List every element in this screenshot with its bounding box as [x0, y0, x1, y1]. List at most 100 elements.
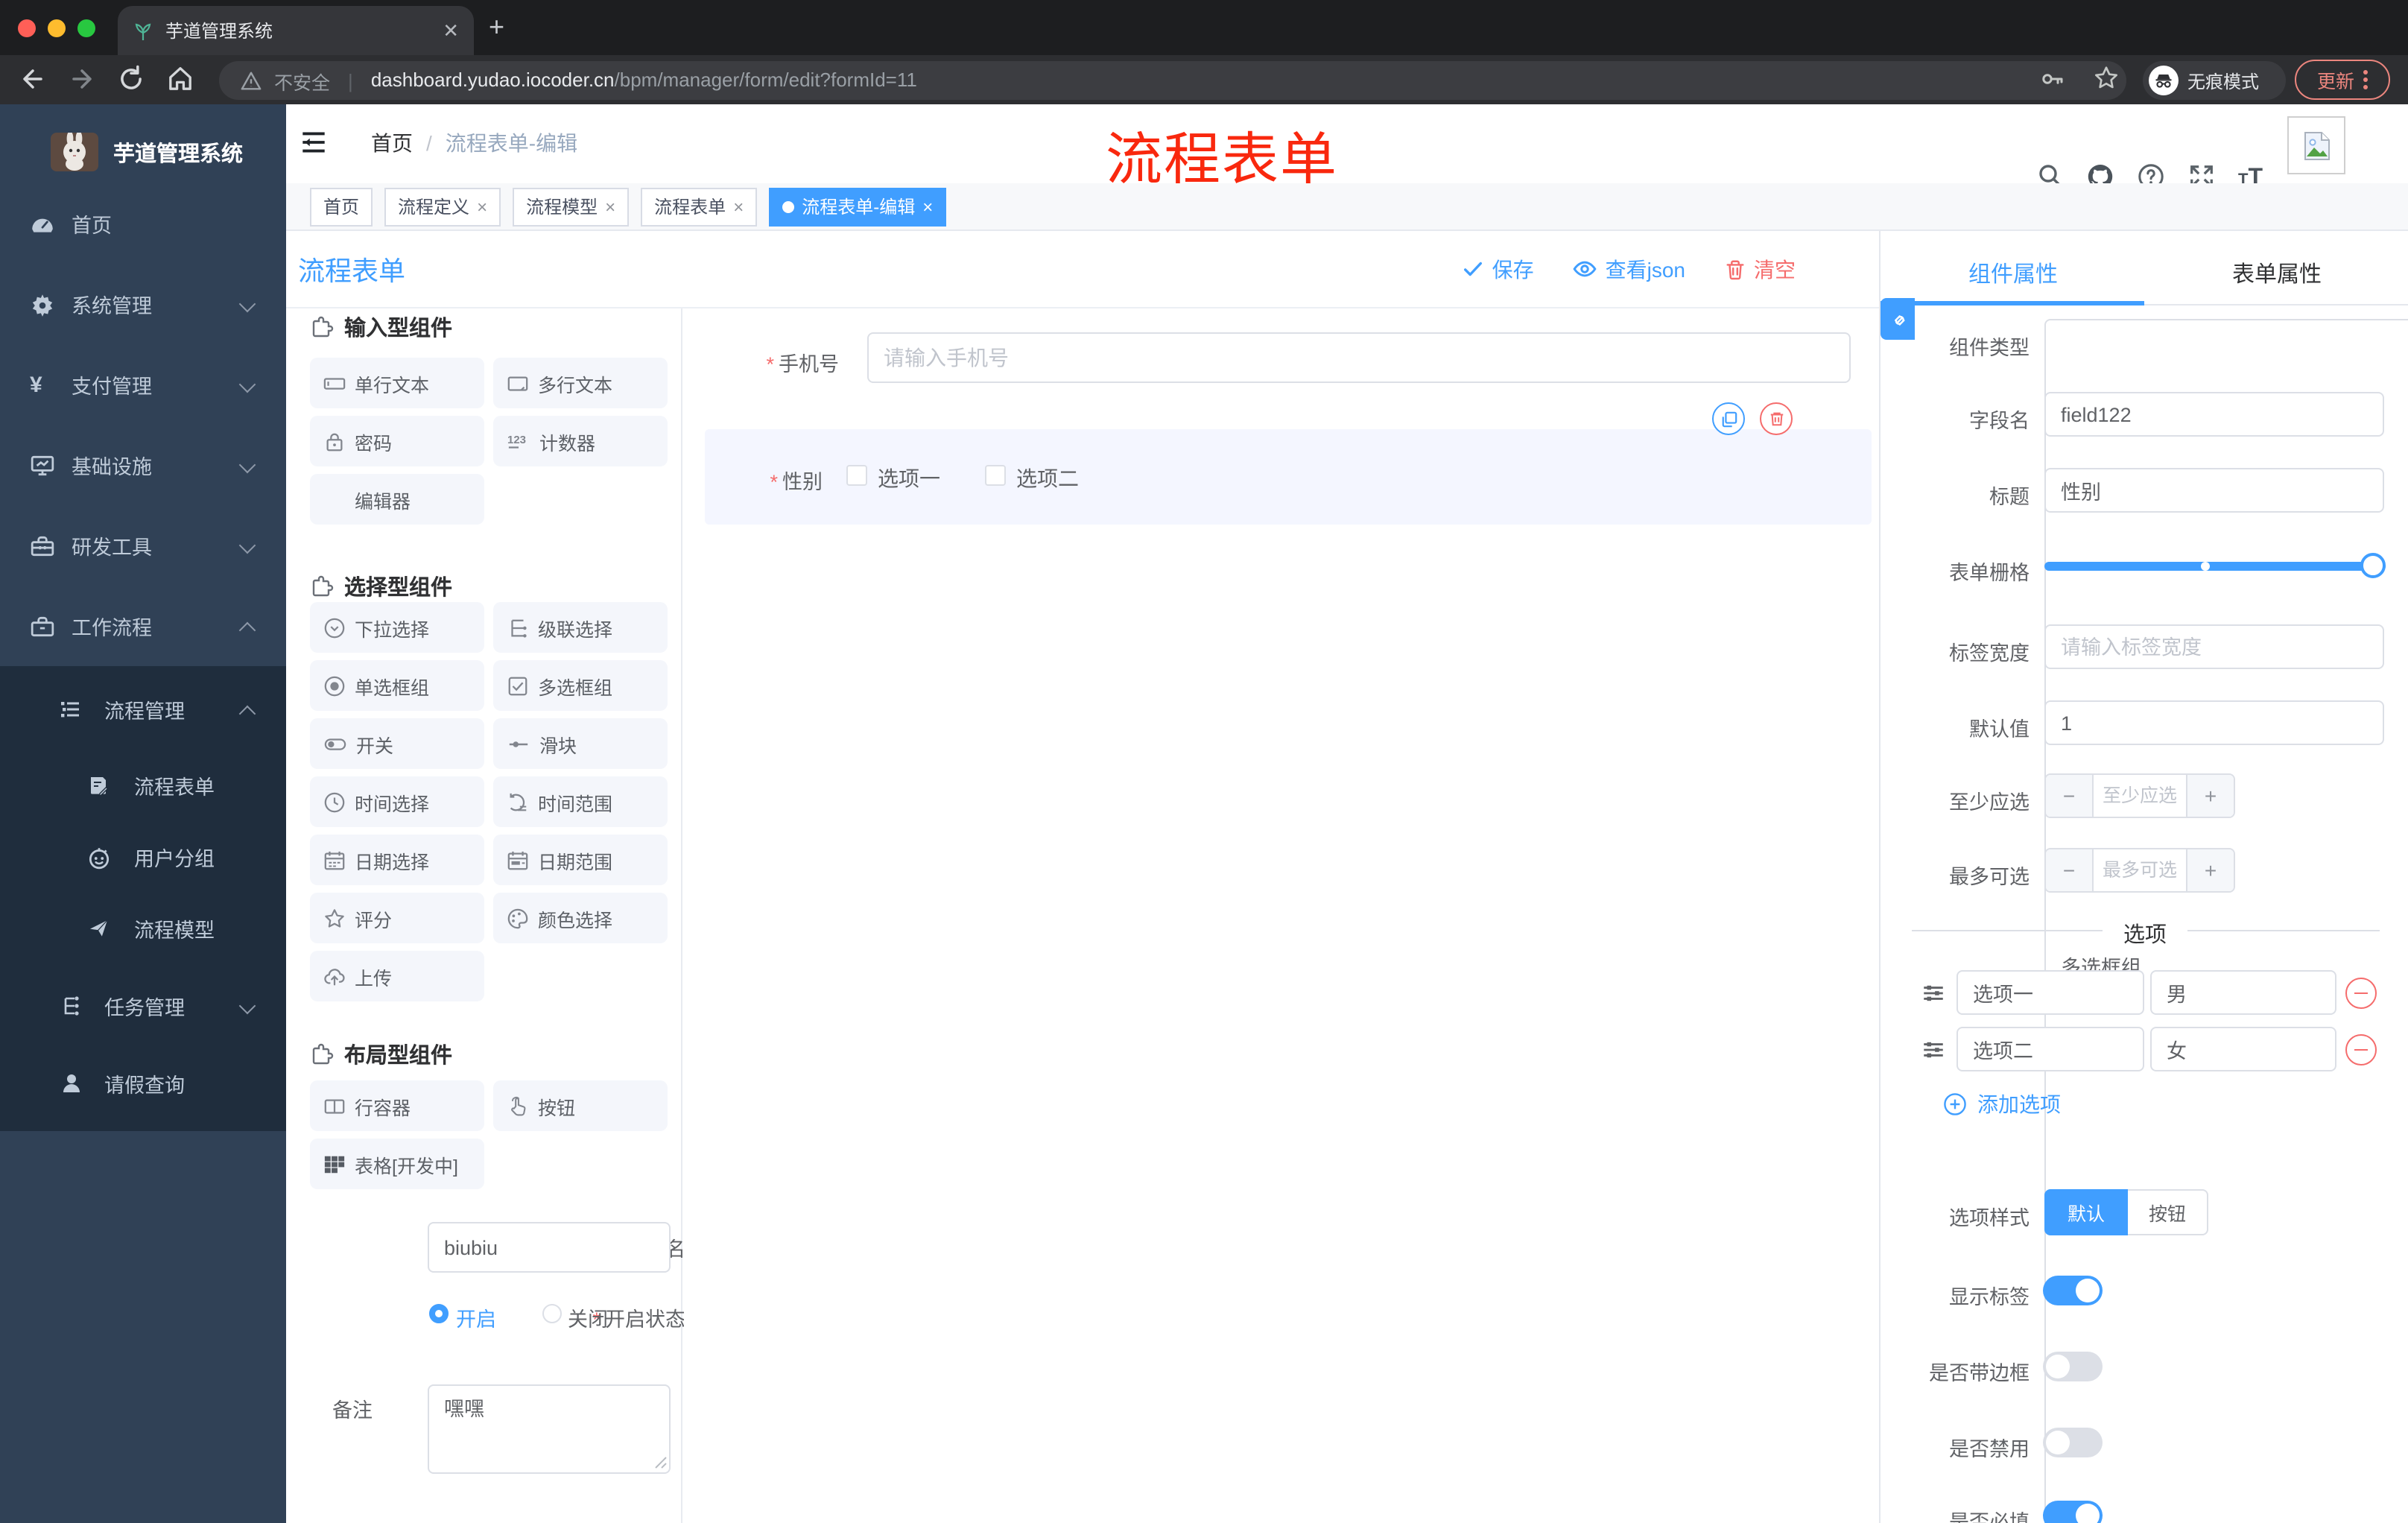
selected-field-gender[interactable]: * 性别 选项一 选项二 — [705, 429, 1872, 525]
sidebar-logo[interactable]: 芋道管理系统 — [0, 119, 286, 185]
grid-slider[interactable] — [2044, 553, 2386, 578]
drag-handle-icon[interactable] — [1921, 981, 1946, 1006]
forward-icon[interactable] — [66, 63, 98, 95]
back-icon[interactable] — [16, 63, 49, 95]
option1-value-input[interactable] — [2150, 970, 2336, 1015]
tag-home[interactable]: 首页 — [310, 187, 373, 226]
sidebar-item-process-model[interactable]: 流程模型 — [0, 891, 286, 966]
close-icon[interactable]: × — [922, 197, 933, 215]
increment-button[interactable]: + — [2186, 775, 2234, 817]
traffic-close-button[interactable] — [18, 19, 36, 37]
close-icon[interactable]: × — [733, 197, 744, 215]
sidebar-item-home[interactable]: 首页 — [0, 183, 286, 264]
traffic-minimize-button[interactable] — [48, 19, 66, 37]
close-icon[interactable]: × — [477, 197, 487, 215]
palette-item-row-container[interactable]: 行容器 — [310, 1080, 484, 1131]
sidebar-item-system[interactable]: 系统管理 — [0, 264, 286, 344]
palette-item-date-picker[interactable]: 日期选择 — [310, 835, 484, 885]
palette-item-upload[interactable]: 上传 — [310, 951, 484, 1001]
disabled-switch[interactable] — [2043, 1428, 2103, 1457]
sidebar-item-user-group[interactable]: 用户分组 — [0, 820, 286, 894]
home-icon[interactable] — [164, 63, 197, 95]
decrement-button[interactable]: − — [2046, 775, 2094, 817]
delete-field-button[interactable] — [1760, 402, 1793, 435]
palette-item-password[interactable]: 密码 — [310, 416, 484, 466]
palette-item-time-picker[interactable]: 时间选择 — [310, 776, 484, 827]
palette-item-single-text[interactable]: 单行文本 — [310, 358, 484, 408]
style-default-button[interactable]: 默认 — [2044, 1189, 2128, 1235]
bookmark-star-icon[interactable] — [2092, 64, 2120, 92]
option1-label-input[interactable] — [1956, 970, 2144, 1015]
address-bar[interactable]: 不安全 | dashboard.yudao.iocoder.cn/bpm/man… — [219, 61, 2126, 100]
gender-option2-checkbox[interactable] — [985, 465, 1006, 486]
sidebar-item-dev[interactable]: 研发工具 — [0, 505, 286, 586]
required-switch[interactable] — [2043, 1501, 2103, 1523]
sidebar-item-process-form[interactable]: 流程表单 — [0, 748, 286, 823]
clear-button[interactable]: 清空 — [1724, 254, 1796, 284]
sidebar-item-infra[interactable]: 基础设施 — [0, 425, 286, 505]
title-input[interactable] — [2044, 468, 2384, 513]
browser-tab[interactable]: 芋道管理系统 ✕ — [118, 6, 474, 55]
label-width-input[interactable] — [2044, 624, 2384, 669]
sidebar-item-process-mgmt[interactable]: 流程管理 — [0, 672, 286, 747]
tag-process-model[interactable]: 流程模型 × — [513, 187, 630, 226]
palette-item-select[interactable]: 下拉选择 — [310, 602, 484, 653]
style-button-button[interactable]: 按钮 — [2128, 1189, 2208, 1235]
resize-handle-icon[interactable] — [654, 1456, 668, 1469]
browser-update-button[interactable]: 更新 — [2295, 60, 2390, 100]
status-on-radio[interactable] — [429, 1303, 449, 1323]
gender-option2-label[interactable]: 选项二 — [1016, 463, 1079, 493]
increment-button[interactable]: + — [2186, 849, 2234, 891]
view-json-button[interactable]: 查看json — [1573, 254, 1685, 284]
palette-item-switch[interactable]: 开关 — [310, 718, 484, 769]
tab-close-icon[interactable]: ✕ — [443, 21, 459, 40]
password-key-icon[interactable] — [2038, 66, 2065, 92]
min-count-input[interactable] — [2094, 775, 2186, 817]
max-count-input[interactable] — [2094, 849, 2186, 891]
palette-item-button[interactable]: 按钮 — [493, 1080, 668, 1131]
palette-item-time-range[interactable]: 时间范围 — [493, 776, 668, 827]
palette-item-slider[interactable]: 滑块 — [493, 718, 668, 769]
palette-item-checkbox-group[interactable]: 多选框组 — [493, 660, 668, 711]
remove-option1-button[interactable] — [2345, 978, 2377, 1009]
save-button[interactable]: 保存 — [1463, 254, 1534, 284]
tag-process-form-edit[interactable]: 流程表单-编辑 × — [769, 187, 947, 226]
reload-icon[interactable] — [115, 63, 148, 95]
new-tab-button[interactable]: + — [489, 12, 504, 43]
palette-item-cascader[interactable]: 级联选择 — [493, 602, 668, 653]
security-label[interactable]: 不安全 — [274, 66, 330, 95]
slider-handle[interactable] — [2360, 553, 2386, 578]
tab-form-props[interactable]: 表单属性 — [2232, 258, 2322, 289]
collapse-sidebar-icon[interactable] — [298, 127, 329, 158]
gender-option1-label[interactable]: 选项一 — [878, 463, 940, 493]
decrement-button[interactable]: − — [2046, 849, 2094, 891]
avatar-broken-image[interactable] — [2287, 116, 2345, 174]
copy-field-button[interactable] — [1712, 402, 1745, 435]
palette-item-editor[interactable]: 编辑器 — [310, 474, 484, 525]
sidebar-item-workflow[interactable]: 工作流程 — [0, 586, 286, 666]
tag-process-definition[interactable]: 流程定义 × — [384, 187, 501, 226]
gender-option1-checkbox[interactable] — [846, 465, 867, 486]
sidebar-item-leave-query[interactable]: 请假查询 — [0, 1046, 286, 1121]
palette-item-textarea[interactable]: 多行文本 — [493, 358, 668, 408]
show-label-switch[interactable] — [2043, 1276, 2103, 1305]
traffic-zoom-button[interactable] — [77, 19, 95, 37]
palette-item-rate[interactable]: 评分 — [310, 893, 484, 943]
form-name-input[interactable] — [428, 1222, 671, 1273]
palette-item-table-dev[interactable]: 表格[开发中] — [310, 1139, 484, 1189]
palette-item-date-range[interactable]: 日期范围 — [493, 835, 668, 885]
add-option-button[interactable]: 添加选项 — [1943, 1089, 2061, 1119]
palette-item-radio-group[interactable]: 单选框组 — [310, 660, 484, 711]
remark-textarea[interactable]: 嘿嘿 — [428, 1384, 671, 1474]
sidebar-item-pay[interactable]: ¥ 支付管理 — [0, 344, 286, 425]
palette-item-color-picker[interactable]: 颜色选择 — [493, 893, 668, 943]
with-border-switch[interactable] — [2043, 1352, 2103, 1381]
status-off-label[interactable]: 关闭 — [568, 1302, 608, 1332]
status-off-radio[interactable] — [542, 1303, 562, 1323]
palette-item-counter[interactable]: 123 计数器 — [493, 416, 668, 466]
option2-label-input[interactable] — [1956, 1027, 2144, 1071]
drag-handle-icon[interactable] — [1921, 1037, 1946, 1063]
tag-process-form[interactable]: 流程表单 × — [641, 187, 758, 226]
status-on-label[interactable]: 开启 — [456, 1302, 496, 1332]
remove-option2-button[interactable] — [2345, 1034, 2377, 1066]
